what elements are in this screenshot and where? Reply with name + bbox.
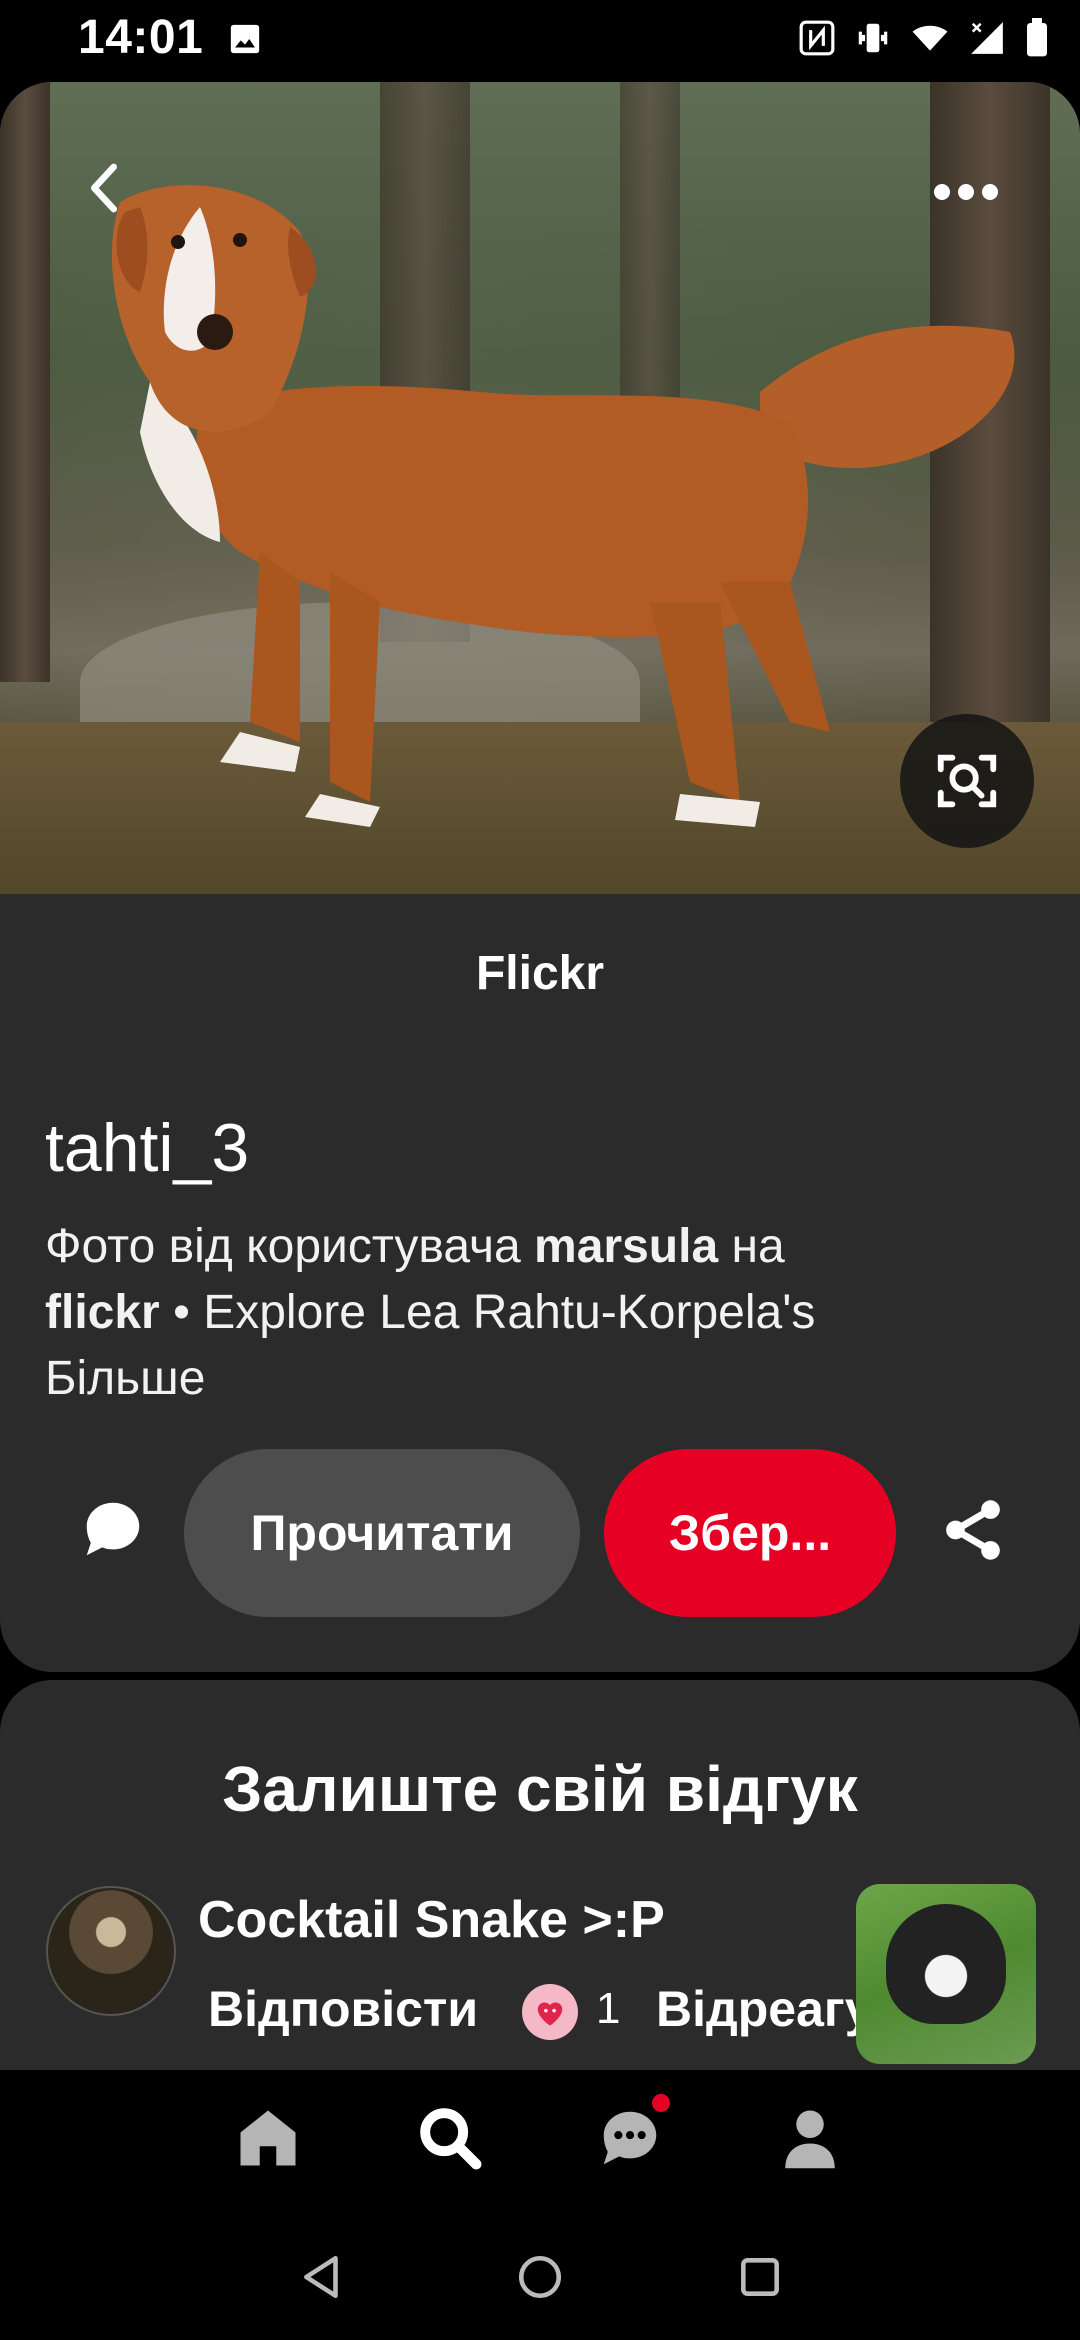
nfc-icon [799, 20, 835, 56]
messages-icon [603, 2111, 657, 2165]
pin-title: tahti_3 [45, 1110, 250, 1186]
kitten-illustration [886, 1904, 1006, 2024]
avatar[interactable] [46, 1886, 176, 2016]
heart-icon [537, 2002, 563, 2026]
status-bar: 14:01 [0, 0, 1080, 80]
more-horizontal-icon [934, 184, 998, 200]
description-user: marsula [534, 1220, 719, 1273]
nav-search[interactable] [410, 2098, 490, 2178]
pin-description: Фото від користувача marsula на flickr •… [45, 1214, 1035, 1412]
notification-dot [652, 2094, 670, 2112]
comment-photo[interactable] [856, 1884, 1036, 2064]
comment-icon [86, 1502, 140, 1556]
pin-source-link[interactable]: Flickr [0, 946, 1080, 1001]
pin-actions: Прочитати Збер... [0, 1449, 1080, 1619]
status-time: 14:01 [78, 11, 204, 64]
description-site: flickr [45, 1286, 160, 1339]
recents-square-icon[interactable] [735, 2252, 785, 2302]
reply-button[interactable]: Відповісти [208, 1980, 478, 2038]
show-more-link[interactable]: Більше [45, 1352, 205, 1405]
nav-messages[interactable] [590, 2094, 670, 2178]
description-suffix: • Explore Lea Rahtu-Korpela's [159, 1286, 816, 1339]
wifi-icon [912, 25, 948, 51]
pin-image[interactable] [0, 82, 1080, 894]
nav-profile[interactable] [770, 2098, 850, 2178]
search-icon [420, 2108, 482, 2170]
back-triangle-icon[interactable] [298, 2252, 348, 2302]
read-button[interactable]: Прочитати [184, 1449, 580, 1617]
share-button[interactable] [938, 1494, 1008, 1566]
pin-info-card: Flickr tahti_3 Фото від користувача mars… [0, 894, 1080, 1672]
system-navigation [0, 2210, 1080, 2340]
chevron-left-icon [91, 163, 117, 213]
nav-home[interactable] [228, 2098, 308, 2178]
comments-title: Залиште свій відгук [222, 1753, 858, 1825]
profile-icon [785, 2110, 835, 2169]
comment-button[interactable] [78, 1494, 148, 1564]
reaction-count: 1 [596, 1984, 621, 2033]
vibrate-icon [858, 23, 888, 53]
heart-reaction-icon [522, 1984, 578, 2040]
home-icon [240, 2110, 296, 2166]
description-prefix: Фото від користувача [45, 1220, 535, 1273]
comments-section: Залиште свій відгук Cocktail Snake >:P В… [0, 1680, 1080, 2070]
back-button[interactable] [78, 162, 130, 214]
signal-icon [971, 22, 1003, 54]
more-options-button[interactable] [930, 177, 1002, 207]
commenter-name[interactable]: Cocktail Snake >:P [198, 1890, 665, 1950]
save-button[interactable]: Збер... [604, 1449, 896, 1617]
lens-search-icon [937, 754, 997, 808]
bottom-navigation [0, 2070, 1080, 2210]
status-icons [798, 18, 1050, 58]
description-mid: на [718, 1220, 785, 1273]
image-icon [230, 24, 260, 54]
share-icon [946, 1500, 1000, 1560]
battery-icon [1027, 18, 1047, 57]
visual-search-button[interactable] [900, 714, 1034, 848]
home-circle-icon[interactable] [515, 2252, 565, 2302]
